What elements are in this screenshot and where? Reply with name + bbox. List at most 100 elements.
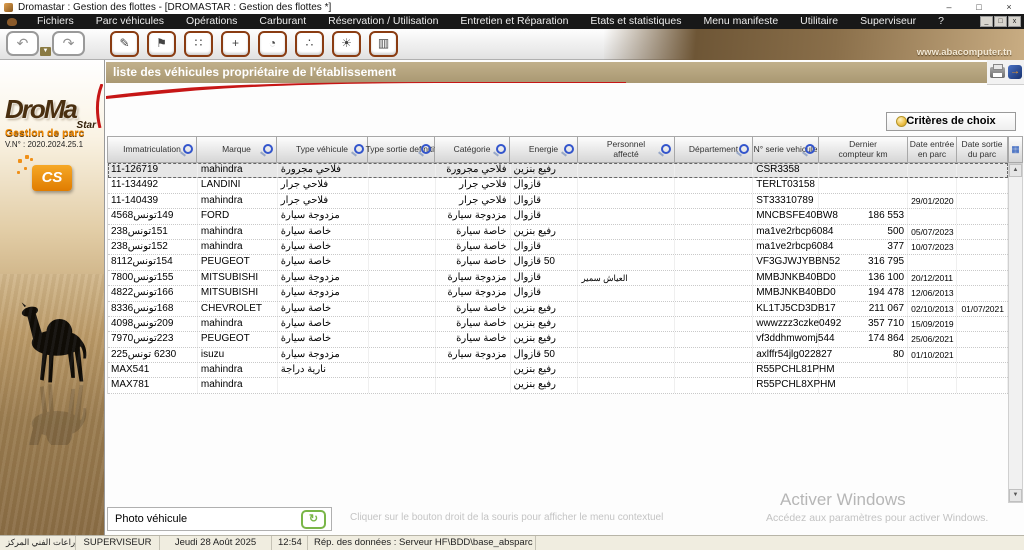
cell-département bbox=[675, 270, 754, 286]
fuel-points-icon[interactable]: ∴ bbox=[295, 31, 324, 57]
cell-catégorie: سيارة‎ خاصة bbox=[436, 255, 511, 270]
sun-icon[interactable]: ☀ bbox=[332, 31, 361, 57]
menu-item-[interactable]: ? bbox=[927, 14, 955, 29]
droma-logo: DroMa Star Gestion de parc V.N° : 2020.2… bbox=[5, 94, 100, 149]
search-icon[interactable] bbox=[496, 144, 506, 154]
cell-personnel-affecté bbox=[578, 209, 676, 224]
cell-type-véhicule: سيارة‎ خاصة bbox=[278, 316, 369, 332]
menu-item-superviseur[interactable]: Superviseur bbox=[849, 14, 927, 29]
exit-icon[interactable]: → bbox=[1008, 65, 1022, 79]
search-icon[interactable] bbox=[263, 144, 273, 154]
column-header-catégorie[interactable]: Catégorie bbox=[435, 136, 510, 163]
search-icon[interactable] bbox=[183, 144, 193, 154]
column-header-département[interactable]: Département bbox=[675, 136, 753, 163]
print-icon[interactable] bbox=[990, 63, 1005, 78]
cell-type-sortie-definitif bbox=[369, 301, 436, 316]
add-icon[interactable]: + bbox=[221, 31, 250, 57]
connector-icon[interactable]: ∷ bbox=[184, 31, 213, 57]
cell-date-sortie-du-parc: 01/07/2021 bbox=[957, 301, 1008, 316]
menu-item-utilitaire[interactable]: Utilitaire bbox=[789, 14, 849, 29]
table-row[interactable]: 8112‎تونس‎154 PEUGEOT سيارة‎ خاصة سيارة‎ خا… bbox=[108, 255, 1008, 271]
mdi-close-button[interactable]: x bbox=[1008, 16, 1021, 27]
nav-back-dropdown[interactable]: ▼ bbox=[40, 47, 51, 56]
table-row[interactable]: 11-140439 mahindra جرار‎ فلاحي جرار‎ فلاحي ق… bbox=[108, 193, 1008, 210]
search-icon[interactable] bbox=[421, 144, 431, 154]
column-header-energie[interactable]: Energie bbox=[510, 136, 578, 163]
cell-type-véhicule: سيارة‎ مزدوجة bbox=[278, 209, 369, 224]
nav-forward-button[interactable]: ↷ bbox=[52, 31, 85, 56]
cell-catégorie bbox=[436, 363, 511, 378]
table-row[interactable]: 7970‎تونس‎223 PEUGEOT سيارة‎ خاصة سيارة‎ خا… bbox=[108, 332, 1008, 348]
toolbar: www.abacomputer.tn ↶ ▼ ↷ ✎ ⚑ ∷ + ◔ ∴ ☀ ▥ bbox=[0, 29, 1024, 60]
vehicle-edit-icon[interactable]: ✎ bbox=[110, 31, 139, 57]
menu-item-entretien-et-réparation[interactable]: Entretien et Réparation bbox=[449, 14, 579, 29]
cell-catégorie: سيارة‎ خاصة bbox=[436, 239, 511, 255]
menu-item-menu-manifeste[interactable]: Menu manifeste bbox=[692, 14, 789, 29]
cell-marque: mahindra bbox=[198, 193, 278, 209]
menu-item-fichiers[interactable]: Fichiers bbox=[26, 14, 85, 29]
search-icon[interactable] bbox=[661, 144, 671, 154]
mdi-restore-button[interactable]: □ bbox=[994, 16, 1007, 27]
cell-date-sortie-du-parc bbox=[957, 347, 1008, 363]
column-header-immatriculation[interactable]: Immatriculation bbox=[107, 136, 197, 163]
table-row[interactable]: 7800‎تونس‎155 MITSUBISHI سيارة‎ مزدوجة سيار… bbox=[108, 270, 1008, 287]
statistics-icon[interactable]: ▥ bbox=[369, 31, 398, 57]
close-button[interactable]: × bbox=[994, 0, 1024, 14]
minimize-button[interactable]: – bbox=[934, 0, 964, 14]
column-header-n-serie-vehicule[interactable]: N° serie vehicule bbox=[753, 136, 819, 163]
menu-item-carburant[interactable]: Carburant bbox=[248, 14, 317, 29]
cell-date-entrée-en-parc: 15/09/2019 bbox=[908, 316, 958, 332]
search-icon[interactable] bbox=[805, 144, 815, 154]
cell-catégorie: سيارة‎ خاصة bbox=[436, 316, 511, 332]
search-icon[interactable] bbox=[739, 144, 749, 154]
cell-département bbox=[675, 286, 754, 301]
table-row[interactable]: 11-134492 LANDINI جرار‎ فلاحي جرار‎ فلاحي قا… bbox=[108, 178, 1008, 194]
table-row[interactable]: 238‎تونس‎151 mahindra سيارة‎ خاصة سيارة‎ خا… bbox=[108, 224, 1008, 240]
grid-options-icon[interactable]: ▦ bbox=[1008, 136, 1023, 163]
column-header-date-sortie-du-parc[interactable]: Date sortie du parc bbox=[957, 136, 1008, 163]
cell-catégorie: سيارة‎ مزدوجة bbox=[436, 270, 511, 286]
cell-marque: PEUGEOT bbox=[198, 332, 278, 347]
table-row[interactable]: MAX781 mahindra بنزين‎ رفيع R55PCHL8XPHM bbox=[108, 378, 1008, 394]
website-link[interactable]: www.abacomputer.tn bbox=[917, 47, 1012, 58]
table-row[interactable]: 4568‎تونس‎149 FORD سيارة‎ مزدوجة سيارة‎ مزد… bbox=[108, 209, 1008, 225]
column-header-type-sortie-definitif[interactable]: Type sortie definitif bbox=[366, 136, 436, 163]
column-header-personnel-affecté[interactable]: Personnel affecté bbox=[578, 136, 675, 163]
table-row[interactable]: 11-126719 mahindra مجرورة‎ فلاحي مجرورة‎ فل… bbox=[108, 163, 1008, 179]
cell-immatriculation: 8112‎تونس‎154 bbox=[108, 255, 198, 270]
cell-département bbox=[675, 347, 754, 363]
table-row[interactable]: 238‎تونس‎152 mahindra سيارة‎ خاصة سيارة‎ خا… bbox=[108, 239, 1008, 256]
location-flag-icon[interactable]: ⚑ bbox=[147, 31, 176, 57]
gauge-icon[interactable]: ◔ bbox=[258, 31, 287, 57]
maximize-button[interactable]: □ bbox=[964, 0, 994, 14]
column-header-marque[interactable]: Marque bbox=[197, 136, 277, 163]
vehicle-table: 11-126719 mahindra مجرورة‎ فلاحي مجرورة‎ فل… bbox=[107, 163, 1008, 394]
menu-item-opérations[interactable]: Opérations bbox=[175, 14, 248, 29]
cell-immatriculation: 225‎تونس‎ 6230 bbox=[108, 347, 198, 363]
scroll-down-button[interactable]: ▼ bbox=[1009, 489, 1022, 502]
search-icon[interactable] bbox=[564, 144, 574, 154]
cell-type-véhicule: جرار‎ فلاحي bbox=[278, 178, 369, 193]
column-header-dernier-compteur-km[interactable]: Dernier compteur km bbox=[819, 136, 908, 163]
table-row[interactable]: 225‎تونس‎ 6230 isuzu سيارة‎ مزدوجة سيارة‎ م… bbox=[108, 347, 1008, 364]
column-header-date-entrée-en-parc[interactable]: Date entrée en parc bbox=[908, 136, 957, 163]
page-title: liste des véhicules propriétaire de l'ét… bbox=[113, 65, 396, 79]
nav-back-button[interactable]: ↶ bbox=[6, 31, 39, 56]
table-row[interactable]: 4098‎تونس‎209 mahindra سيارة‎ خاصة سيارة‎ خ… bbox=[108, 316, 1008, 333]
table-row[interactable]: 8336‎تونس‎168 CHEVROLET سيارة‎ خاصة سيارة‎ … bbox=[108, 301, 1008, 317]
menu-item-parc-véhicules[interactable]: Parc véhicules bbox=[85, 14, 175, 29]
column-header-type-véhicule[interactable]: Type véhicule bbox=[277, 136, 368, 163]
vertical-scrollbar[interactable]: ▲ ▼ bbox=[1008, 163, 1023, 503]
search-icon[interactable] bbox=[354, 144, 364, 154]
table-row[interactable]: MAX541 mahindra دراجة‎ نارية بنزين‎ رفيع R55… bbox=[108, 363, 1008, 379]
cell-date-entrée-en-parc: 12/06/2013 bbox=[908, 286, 958, 301]
mdi-minimize-button[interactable]: _ bbox=[980, 16, 993, 27]
criteria-button[interactable]: Critères de choix bbox=[886, 112, 1016, 131]
scroll-up-button[interactable]: ▲ bbox=[1009, 164, 1022, 177]
menu-item-réservation-utilisation[interactable]: Réservation / Utilisation bbox=[317, 14, 449, 29]
cell-date-entrée-en-parc: 25/06/2021 bbox=[908, 332, 958, 347]
cell-n-serie-vehicule: MMBJNKB40BD0 bbox=[753, 270, 836, 286]
photo-vehicle-button[interactable]: ↻ bbox=[301, 509, 326, 529]
table-row[interactable]: 4822‎تونس‎166 MITSUBISHI سيارة‎ مزدوجة سيار… bbox=[108, 286, 1008, 302]
menu-item-etats-et-statistiques[interactable]: Etats et statistiques bbox=[579, 14, 692, 29]
